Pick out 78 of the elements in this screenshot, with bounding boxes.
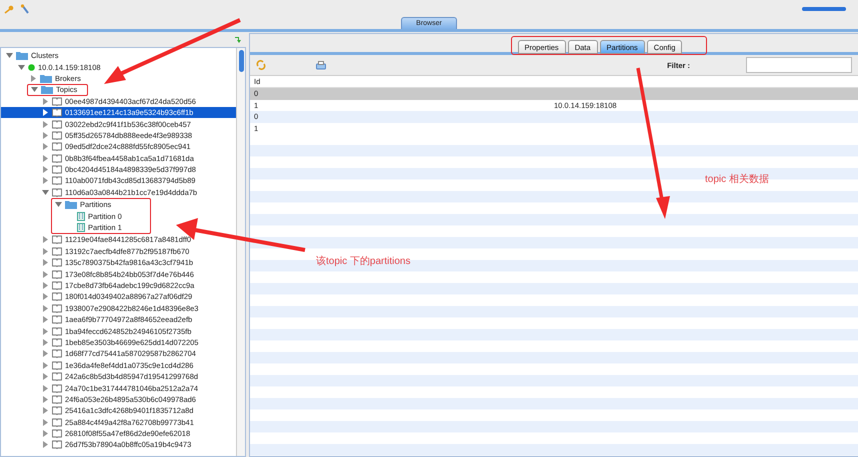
expanded-triangle-icon[interactable] — [31, 86, 38, 94]
slider-icon — [802, 7, 846, 11]
book-icon — [52, 338, 62, 347]
book-icon — [52, 429, 62, 438]
book-icon — [52, 96, 62, 106]
grid-icon — [77, 212, 85, 221]
expanded-triangle-icon[interactable] — [55, 201, 62, 208]
collapsed-triangle-icon[interactable] — [42, 154, 49, 162]
status-dot-icon — [28, 64, 35, 71]
book-icon — [52, 235, 62, 244]
book-icon — [52, 406, 62, 416]
expanded-triangle-icon[interactable] — [18, 64, 25, 71]
collapsed-triangle-icon[interactable] — [42, 328, 49, 335]
book-icon — [52, 440, 62, 450]
collapsed-triangle-icon[interactable] — [42, 120, 49, 128]
collapsed-triangle-icon[interactable] — [42, 132, 49, 139]
folder-icon — [40, 74, 52, 83]
collapsed-triangle-icon[interactable] — [42, 350, 49, 358]
refresh-icon[interactable] — [256, 60, 266, 70]
folder-icon — [65, 200, 77, 210]
collapsed-triangle-icon[interactable] — [42, 98, 49, 105]
collapsed-triangle-icon[interactable] — [42, 407, 49, 414]
annotation-text: topic 相关数据 — [705, 172, 769, 186]
collapsed-triangle-icon[interactable] — [42, 338, 49, 346]
book-icon — [52, 326, 62, 336]
collapsed-triangle-icon[interactable] — [42, 384, 49, 392]
book-icon — [52, 165, 62, 174]
collapsed-triangle-icon[interactable] — [42, 177, 49, 184]
book-icon — [52, 304, 62, 313]
grid-icon — [77, 223, 85, 232]
collapsed-triangle-icon[interactable] — [42, 362, 49, 369]
book-icon — [52, 418, 62, 427]
expanded-triangle-icon[interactable] — [42, 188, 49, 196]
wrench-icon[interactable] — [20, 4, 30, 14]
collapsed-triangle-icon[interactable] — [42, 316, 49, 324]
book-icon — [52, 394, 62, 404]
collapsed-triangle-icon[interactable] — [42, 396, 49, 403]
book-icon — [52, 372, 62, 382]
book-icon — [52, 349, 62, 358]
collapsed-triangle-icon[interactable] — [42, 236, 49, 244]
collapsed-triangle-icon[interactable] — [42, 248, 49, 255]
arrow-icon[interactable] — [234, 36, 242, 44]
book-icon — [52, 130, 62, 140]
folder-icon — [16, 51, 28, 60]
book-icon — [52, 154, 62, 163]
collapsed-triangle-icon[interactable] — [42, 430, 49, 438]
expanded-triangle-icon[interactable] — [6, 52, 13, 60]
collapsed-triangle-icon[interactable] — [42, 282, 49, 289]
collapsed-triangle-icon[interactable] — [42, 441, 49, 448]
book-icon — [52, 315, 62, 324]
book-icon — [52, 384, 62, 393]
collapsed-triangle-icon[interactable] — [42, 373, 49, 380]
collapsed-triangle-icon[interactable] — [42, 166, 49, 174]
book-icon — [52, 281, 62, 290]
book-icon — [52, 142, 62, 152]
book-icon — [52, 246, 62, 256]
folder-icon — [41, 85, 53, 94]
collapsed-triangle-icon[interactable] — [42, 109, 49, 116]
book-icon — [52, 188, 62, 197]
book-icon — [52, 120, 62, 129]
book-icon — [52, 270, 62, 279]
collapsed-triangle-icon[interactable] — [42, 259, 49, 266]
collapsed-triangle-icon[interactable] — [42, 304, 49, 312]
book-icon — [52, 176, 62, 186]
collapsed-triangle-icon[interactable] — [42, 293, 49, 300]
key-icon[interactable] — [4, 4, 14, 14]
filter-field[interactable] — [746, 57, 852, 73]
collapsed-triangle-icon[interactable] — [30, 74, 37, 82]
collapsed-triangle-icon[interactable] — [42, 418, 49, 426]
collapsed-triangle-icon[interactable] — [42, 270, 49, 278]
book-icon — [52, 108, 62, 118]
book-icon — [52, 258, 62, 268]
annotation-text: 该topic 下的partitions — [316, 254, 410, 268]
book-icon — [52, 292, 62, 302]
printer-icon[interactable] — [316, 60, 326, 70]
collapsed-triangle-icon[interactable] — [42, 143, 49, 150]
scrollbar[interactable] — [236, 48, 245, 456]
book-icon — [52, 360, 62, 370]
